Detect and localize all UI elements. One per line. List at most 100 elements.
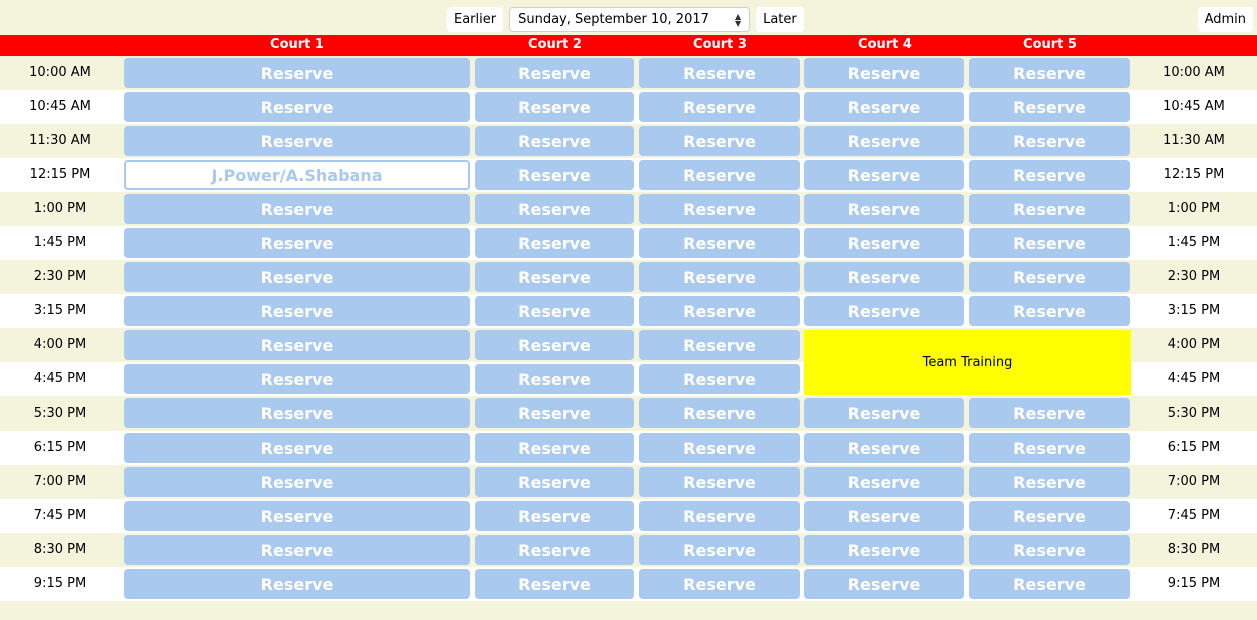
reserve-button[interactable]: Reserve bbox=[969, 433, 1130, 463]
reserve-button[interactable]: Reserve bbox=[969, 92, 1130, 122]
reserve-button[interactable]: Reserve bbox=[639, 160, 800, 190]
reserve-button[interactable]: Reserve bbox=[124, 296, 470, 326]
reserve-button[interactable]: Reserve bbox=[804, 535, 964, 565]
reserve-button[interactable]: Reserve bbox=[969, 160, 1130, 190]
reserve-button[interactable]: Reserve bbox=[475, 467, 634, 497]
admin-button[interactable]: Admin bbox=[1197, 7, 1253, 32]
reserve-button[interactable]: Reserve bbox=[639, 228, 800, 258]
time-label-left: 8:30 PM bbox=[33, 542, 87, 557]
time-label-right: 9:15 PM bbox=[1167, 576, 1221, 591]
date-select-value: Sunday, September 10, 2017 bbox=[518, 12, 709, 27]
reserve-button[interactable]: Reserve bbox=[804, 92, 964, 122]
court-3-header: Court 3 bbox=[693, 37, 747, 52]
reserve-button[interactable]: Reserve bbox=[969, 467, 1130, 497]
reserve-button[interactable]: Reserve bbox=[124, 92, 470, 122]
reserve-button[interactable]: Reserve bbox=[804, 569, 964, 599]
reserve-button[interactable]: Reserve bbox=[475, 228, 634, 258]
court-4-header: Court 4 bbox=[858, 37, 912, 52]
reserve-button[interactable]: Reserve bbox=[124, 569, 470, 599]
reserve-button[interactable]: Reserve bbox=[124, 228, 470, 258]
time-label-right: 5:30 PM bbox=[1167, 406, 1221, 421]
reserve-button[interactable]: Reserve bbox=[124, 501, 470, 531]
reserve-button[interactable]: Reserve bbox=[475, 330, 634, 360]
reserve-button[interactable]: Reserve bbox=[475, 262, 634, 292]
reserve-button[interactable]: Reserve bbox=[124, 126, 470, 156]
time-label-right: 3:15 PM bbox=[1167, 303, 1221, 318]
reserve-button[interactable]: Reserve bbox=[639, 58, 800, 88]
reserve-button[interactable]: Reserve bbox=[804, 58, 964, 88]
reserve-button[interactable]: Reserve bbox=[639, 262, 800, 292]
reserve-button[interactable]: Reserve bbox=[124, 194, 470, 224]
reserve-button[interactable]: Reserve bbox=[475, 92, 634, 122]
reserve-button[interactable]: Reserve bbox=[639, 126, 800, 156]
reserve-button[interactable]: Reserve bbox=[475, 433, 634, 463]
booking-slot[interactable]: J.Power/A.Shabana bbox=[124, 160, 470, 190]
reserve-button[interactable]: Reserve bbox=[475, 535, 634, 565]
reserve-button[interactable]: Reserve bbox=[475, 501, 634, 531]
reserve-button[interactable]: Reserve bbox=[969, 535, 1130, 565]
time-label-right: 6:15 PM bbox=[1167, 440, 1221, 455]
reserve-button[interactable]: Reserve bbox=[804, 467, 964, 497]
reserve-button[interactable]: Reserve bbox=[969, 398, 1130, 428]
reserve-button[interactable]: Reserve bbox=[639, 433, 800, 463]
reserve-button[interactable]: Reserve bbox=[639, 569, 800, 599]
reserve-button[interactable]: Reserve bbox=[639, 535, 800, 565]
reserve-button[interactable]: Reserve bbox=[475, 364, 634, 394]
reserve-button[interactable]: Reserve bbox=[804, 228, 964, 258]
reserve-button[interactable]: Reserve bbox=[475, 126, 634, 156]
time-label-right: 4:00 PM bbox=[1167, 337, 1221, 352]
reserve-button[interactable]: Reserve bbox=[639, 467, 800, 497]
reserve-button[interactable]: Reserve bbox=[475, 160, 634, 190]
reserve-button[interactable]: Reserve bbox=[124, 398, 470, 428]
reserve-button[interactable]: Reserve bbox=[969, 194, 1130, 224]
reserve-button[interactable]: Reserve bbox=[969, 228, 1130, 258]
date-select[interactable]: Sunday, September 10, 2017 ▲ ▼ bbox=[509, 7, 751, 32]
reserve-button[interactable]: Reserve bbox=[804, 126, 964, 156]
time-label-right: 7:00 PM bbox=[1167, 474, 1221, 489]
team-training-block[interactable]: Team Training bbox=[804, 330, 1131, 395]
reserve-button[interactable]: Reserve bbox=[124, 433, 470, 463]
time-label-left: 5:30 PM bbox=[33, 406, 87, 421]
reserve-button[interactable]: Reserve bbox=[969, 126, 1130, 156]
reserve-button[interactable]: Reserve bbox=[969, 58, 1130, 88]
later-button[interactable]: Later bbox=[756, 7, 804, 32]
reserve-button[interactable]: Reserve bbox=[639, 296, 800, 326]
reserve-button[interactable]: Reserve bbox=[804, 433, 964, 463]
time-label-right: 1:45 PM bbox=[1167, 235, 1221, 250]
time-label-right: 1:00 PM bbox=[1167, 201, 1221, 216]
reserve-button[interactable]: Reserve bbox=[969, 296, 1130, 326]
reserve-button[interactable]: Reserve bbox=[475, 194, 634, 224]
reserve-button[interactable]: Reserve bbox=[969, 262, 1130, 292]
time-label-left: 11:30 AM bbox=[29, 133, 91, 148]
reserve-button[interactable]: Reserve bbox=[639, 330, 800, 360]
reserve-button[interactable]: Reserve bbox=[475, 569, 634, 599]
time-label-left: 3:15 PM bbox=[33, 303, 87, 318]
earlier-button[interactable]: Earlier bbox=[447, 7, 504, 32]
time-label-left: 1:45 PM bbox=[33, 235, 87, 250]
reserve-button[interactable]: Reserve bbox=[475, 58, 634, 88]
reserve-button[interactable]: Reserve bbox=[124, 330, 470, 360]
reserve-button[interactable]: Reserve bbox=[124, 467, 470, 497]
reserve-button[interactable]: Reserve bbox=[969, 569, 1130, 599]
reserve-button[interactable]: Reserve bbox=[639, 92, 800, 122]
reserve-button[interactable]: Reserve bbox=[804, 160, 964, 190]
bottom-strip bbox=[0, 602, 1257, 620]
time-label-left: 7:00 PM bbox=[33, 474, 87, 489]
reserve-button[interactable]: Reserve bbox=[475, 398, 634, 428]
reserve-button[interactable]: Reserve bbox=[639, 501, 800, 531]
reserve-button[interactable]: Reserve bbox=[804, 194, 964, 224]
reserve-button[interactable]: Reserve bbox=[639, 364, 800, 394]
reserve-button[interactable]: Reserve bbox=[804, 296, 964, 326]
reserve-button[interactable]: Reserve bbox=[124, 58, 470, 88]
reserve-button[interactable]: Reserve bbox=[475, 296, 634, 326]
reserve-button[interactable]: Reserve bbox=[969, 501, 1130, 531]
time-label-right: 10:45 AM bbox=[1163, 99, 1225, 114]
reserve-button[interactable]: Reserve bbox=[804, 262, 964, 292]
reserve-button[interactable]: Reserve bbox=[804, 501, 964, 531]
reserve-button[interactable]: Reserve bbox=[639, 398, 800, 428]
reserve-button[interactable]: Reserve bbox=[124, 364, 470, 394]
reserve-button[interactable]: Reserve bbox=[804, 398, 964, 428]
reserve-button[interactable]: Reserve bbox=[124, 535, 470, 565]
reserve-button[interactable]: Reserve bbox=[639, 194, 800, 224]
reserve-button[interactable]: Reserve bbox=[124, 262, 470, 292]
